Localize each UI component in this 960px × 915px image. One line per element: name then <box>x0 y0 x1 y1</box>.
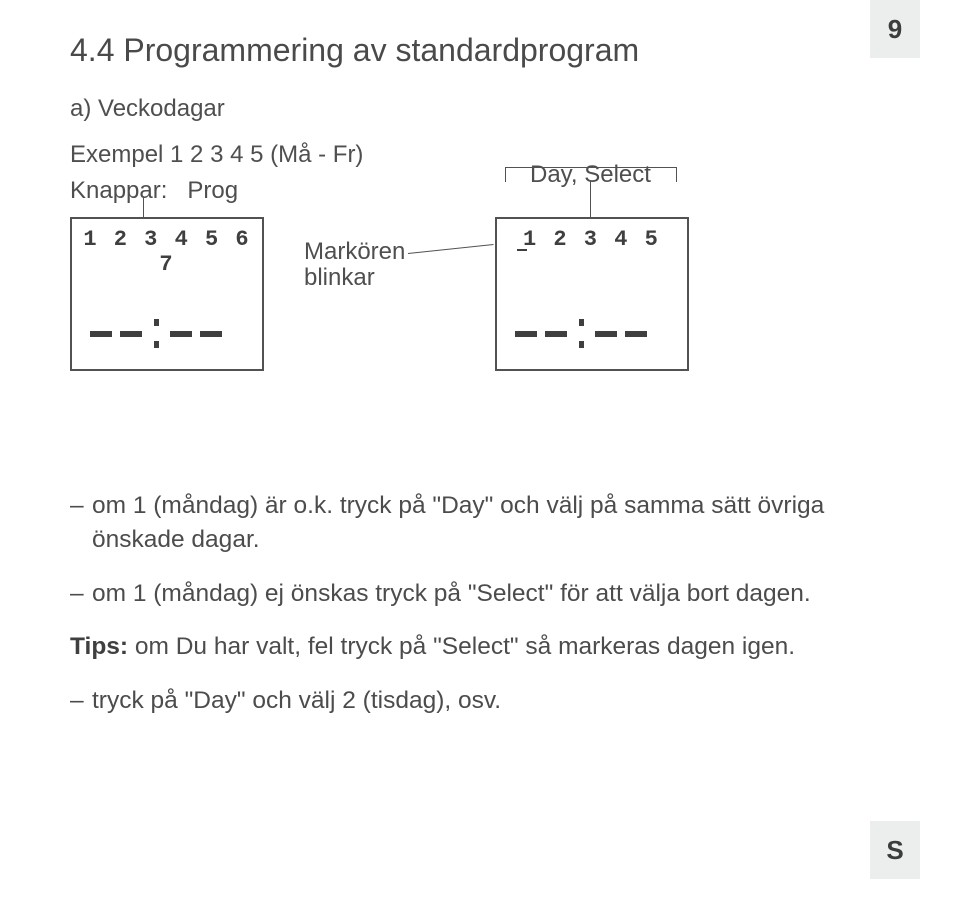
dash-icon: – <box>70 577 84 611</box>
seg-dash-icon <box>515 331 537 337</box>
page-number: 9 <box>888 14 902 45</box>
bullet-2: – om 1 (måndag) ej önskas tryck på "Sele… <box>70 577 900 611</box>
seg-colon-icon <box>579 341 584 348</box>
seg-dash-icon <box>120 331 142 337</box>
language-tab: S <box>870 821 920 879</box>
diagram: Day, Select 1 2 3 4 5 6 7 1 2 3 4 5 <box>70 201 900 461</box>
lcd-right-time-display <box>497 311 687 357</box>
seg-dash-icon <box>545 331 567 337</box>
bullet-2-text: om 1 (måndag) ej önskas tryck på "Select… <box>92 577 811 611</box>
seg-dash-icon <box>595 331 617 337</box>
tips-line: Tips: om Du har valt, fel tryck på "Sele… <box>70 630 900 664</box>
bracket-day-select <box>505 167 677 182</box>
seg-dash-icon <box>625 331 647 337</box>
seg-dash-icon <box>90 331 112 337</box>
bullet-1: – om 1 (måndag) är o.k. tryck på "Day" o… <box>70 489 900 557</box>
lcd-screen-right: 1 2 3 4 5 <box>495 217 689 371</box>
seg-dash-icon <box>200 331 222 337</box>
page-number-tab: 9 <box>870 0 920 58</box>
body-text: – om 1 (måndag) är o.k. tryck på "Day" o… <box>70 489 900 718</box>
lcd-left-time-display <box>72 311 262 357</box>
leader-line <box>408 244 494 254</box>
connector-prog <box>143 197 144 217</box>
language-tab-letter: S <box>886 835 903 866</box>
seg-colon-icon <box>579 319 584 326</box>
cursor-label-line1: Markören <box>304 238 405 265</box>
lcd-screen-left: 1 2 3 4 5 6 7 <box>70 217 264 371</box>
tips-text: om Du har valt, fel tryck på "Select" så… <box>128 633 795 660</box>
manual-page: 9 4.4 Programmering av standardprogram a… <box>0 0 960 915</box>
bullet-3: – tryck på "Day" och välj 2 (tisdag), os… <box>70 684 900 718</box>
cursor-label: Markören blinkar <box>304 239 405 292</box>
cursor-underline-icon <box>517 249 527 251</box>
seg-colon-icon <box>154 319 159 326</box>
bullet-1-text: om 1 (måndag) är o.k. tryck på "Day" och… <box>92 489 900 557</box>
subsection-a: a) Veckodagar <box>70 95 900 123</box>
dash-icon: – <box>70 489 84 557</box>
example-line: Exempel 1 2 3 4 5 (Må - Fr) <box>70 141 900 169</box>
lcd-left-day-digits: 1 2 3 4 5 6 7 <box>72 227 262 277</box>
bullet-3-text: tryck på "Day" och välj 2 (tisdag), osv. <box>92 684 501 718</box>
cursor-label-line2: blinkar <box>304 264 375 291</box>
seg-colon-icon <box>154 341 159 348</box>
connector-day-select <box>590 181 591 217</box>
dash-icon: – <box>70 684 84 718</box>
seg-dash-icon <box>170 331 192 337</box>
tips-prefix: Tips: <box>70 633 128 660</box>
section-heading: 4.4 Programmering av standardprogram <box>70 32 900 69</box>
